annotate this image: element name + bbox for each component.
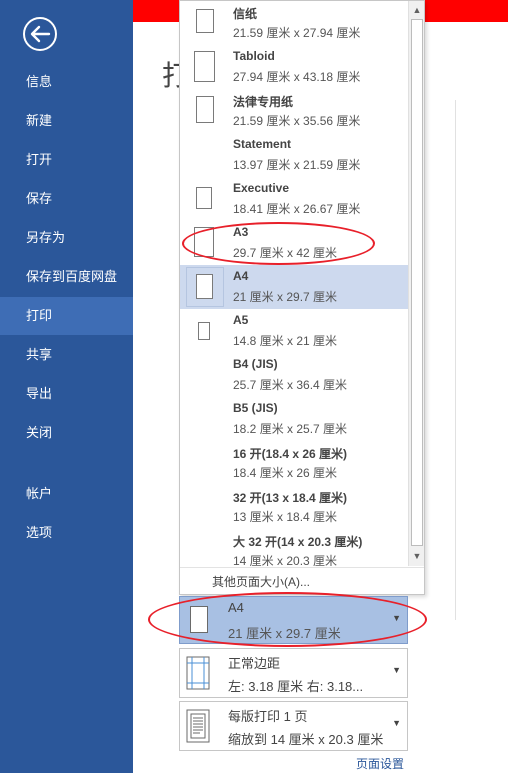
paper-size-list: 信纸 21.59 厘米 x 27.94 厘米 Tabloid 27.94 厘米 … [180,1,408,566]
paper-option-16k[interactable]: 16 开(18.4 x 26 厘米) 18.4 厘米 x 26 厘米 [180,441,408,485]
paper-option-name: Tabloid [233,49,275,63]
dropdown-arrow-icon: ▼ [392,613,401,623]
paper-option-dims: 21.59 厘米 x 35.56 厘米 [233,114,361,128]
sidebar-item-account[interactable]: 帐户 [0,475,133,513]
sidebar-item-open[interactable]: 打开 [0,141,133,179]
paper-option-dims: 27.94 厘米 x 43.18 厘米 [233,70,361,84]
paper-option-name: A4 [233,269,249,283]
paper-option-name: B4 (JIS) [233,357,278,371]
paper-option-name: Statement [233,137,292,151]
sidebar-item-options[interactable]: 选项 [0,514,133,552]
backstage-sidebar: 信息 新建 打开 保存 另存为 保存到百度网盘 打印 共享 导出 关闭 帐户 选… [0,0,133,773]
sidebar-item-export[interactable]: 导出 [0,375,133,413]
pages-per-sheet-icon [186,709,210,743]
paper-size-dropdown: 信纸 21.59 厘米 x 27.94 厘米 Tabloid 27.94 厘米 … [179,0,425,595]
paper-option-a3[interactable]: A3 29.7 厘米 x 42 厘米 [180,221,408,265]
page-thumbnail-icon [196,274,213,299]
page-thumbnail-icon [194,51,215,82]
paper-option-legal[interactable]: 法律专用纸 21.59 厘米 x 35.56 厘米 [180,89,408,133]
margins-setting[interactable]: 正常边距 左: 3.18 厘米 右: 3.18... ▼ [179,648,408,698]
dropdown-arrow-icon: ▼ [392,665,401,675]
paper-option-dims: 18.2 厘米 x 25.7 厘米 [233,422,348,436]
paper-option-a4[interactable]: A4 21 厘米 x 29.7 厘米 [180,265,408,309]
pages-per-sheet-scale: 缩放到 14 厘米 x 20.3 厘米 [228,732,384,747]
page-thumbnail-icon [198,322,210,340]
paper-option-dims: 13 厘米 x 18.4 厘米 [233,510,338,524]
scroll-down-icon[interactable]: ▼ [410,548,424,564]
paper-option-executive[interactable]: Executive 18.41 厘米 x 26.67 厘米 [180,177,408,221]
paper-option-b4-jis[interactable]: B4 (JIS) 25.7 厘米 x 36.4 厘米 [180,353,408,397]
margins-values: 左: 3.18 厘米 右: 3.18... [228,679,364,694]
paper-option-dims: 18.4 厘米 x 26 厘米 [233,466,338,480]
paper-option-name: A5 [233,313,249,327]
sidebar-item-share[interactable]: 共享 [0,336,133,374]
back-button[interactable] [22,16,58,52]
dropdown-scrollbar[interactable]: ▲ ▼ [408,1,424,566]
margins-name: 正常边距 [228,656,281,671]
paper-option-statement[interactable]: Statement 13.97 厘米 x 21.59 厘米 [180,133,408,177]
sidebar-item-save-to-baidu[interactable]: 保存到百度网盘 [0,258,133,296]
more-page-sizes-link[interactable]: 其他页面大小(A)... [180,567,424,595]
paper-option-dims: 18.41 厘米 x 26.67 厘米 [233,202,361,216]
paper-option-dims: 21.59 厘米 x 27.94 厘米 [233,26,361,40]
paper-option-name: A3 [233,225,249,239]
sidebar-item-save-as[interactable]: 另存为 [0,219,133,257]
paper-option-a5[interactable]: A5 14.8 厘米 x 21 厘米 [180,309,408,353]
page-thumbnail-icon [196,9,214,33]
page-icon [190,606,208,633]
page-thumbnail-icon [196,96,214,123]
scroll-up-icon[interactable]: ▲ [410,2,424,18]
sidebar-item-close[interactable]: 关闭 [0,414,133,452]
paper-option-dims: 29.7 厘米 x 42 厘米 [233,246,338,260]
paper-option-name: 大 32 开(14 x 20.3 厘米) [233,535,363,549]
paper-size-setting[interactable]: A4 21 厘米 x 29.7 厘米 ▼ [179,596,408,644]
sidebar-item-print[interactable]: 打印 [0,297,133,335]
paper-option-name: 信纸 [233,7,258,21]
paper-option-name: Executive [233,181,290,195]
paper-option-dims: 13.97 厘米 x 21.59 厘米 [233,158,361,172]
scroll-thumb[interactable] [411,19,423,546]
paper-size-name: A4 [228,600,244,615]
pages-per-sheet-setting[interactable]: 每版打印 1 页 缩放到 14 厘米 x 20.3 厘米 ▼ [179,701,408,751]
paper-option-name: 32 开(13 x 18.4 厘米) [233,491,348,505]
back-arrow-icon [23,17,57,51]
dropdown-arrow-icon: ▼ [392,718,401,728]
page-thumbnail-icon [194,227,214,257]
paper-option-dims: 25.7 厘米 x 36.4 厘米 [233,378,348,392]
sidebar-item-new[interactable]: 新建 [0,102,133,140]
paper-option-tabloid[interactable]: Tabloid 27.94 厘米 x 43.18 厘米 [180,45,408,89]
margins-icon [186,656,210,690]
sidebar-item-info[interactable]: 信息 [0,63,133,101]
sidebar-item-save[interactable]: 保存 [0,180,133,218]
page-setup-link[interactable]: 页面设置 [356,755,404,772]
paper-option-letter[interactable]: 信纸 21.59 厘米 x 27.94 厘米 [180,1,408,45]
page-thumbnail-icon [196,187,212,209]
paper-option-name: 法律专用纸 [233,95,294,109]
divider [455,100,456,620]
pages-per-sheet-name: 每版打印 1 页 [228,709,308,724]
paper-option-32k[interactable]: 32 开(13 x 18.4 厘米) 13 厘米 x 18.4 厘米 [180,485,408,529]
paper-option-dims: 21 厘米 x 29.7 厘米 [233,290,338,304]
paper-option-name: 16 开(18.4 x 26 厘米) [233,447,348,461]
paper-option-dims: 14 厘米 x 20.3 厘米 [233,554,338,566]
paper-option-dims: 14.8 厘米 x 21 厘米 [233,334,338,348]
paper-option-big-32k[interactable]: 大 32 开(14 x 20.3 厘米) 14 厘米 x 20.3 厘米 [180,529,408,566]
paper-option-b5-jis[interactable]: B5 (JIS) 18.2 厘米 x 25.7 厘米 [180,397,408,441]
paper-option-name: B5 (JIS) [233,401,278,415]
paper-size-dims: 21 厘米 x 29.7 厘米 [228,626,341,641]
